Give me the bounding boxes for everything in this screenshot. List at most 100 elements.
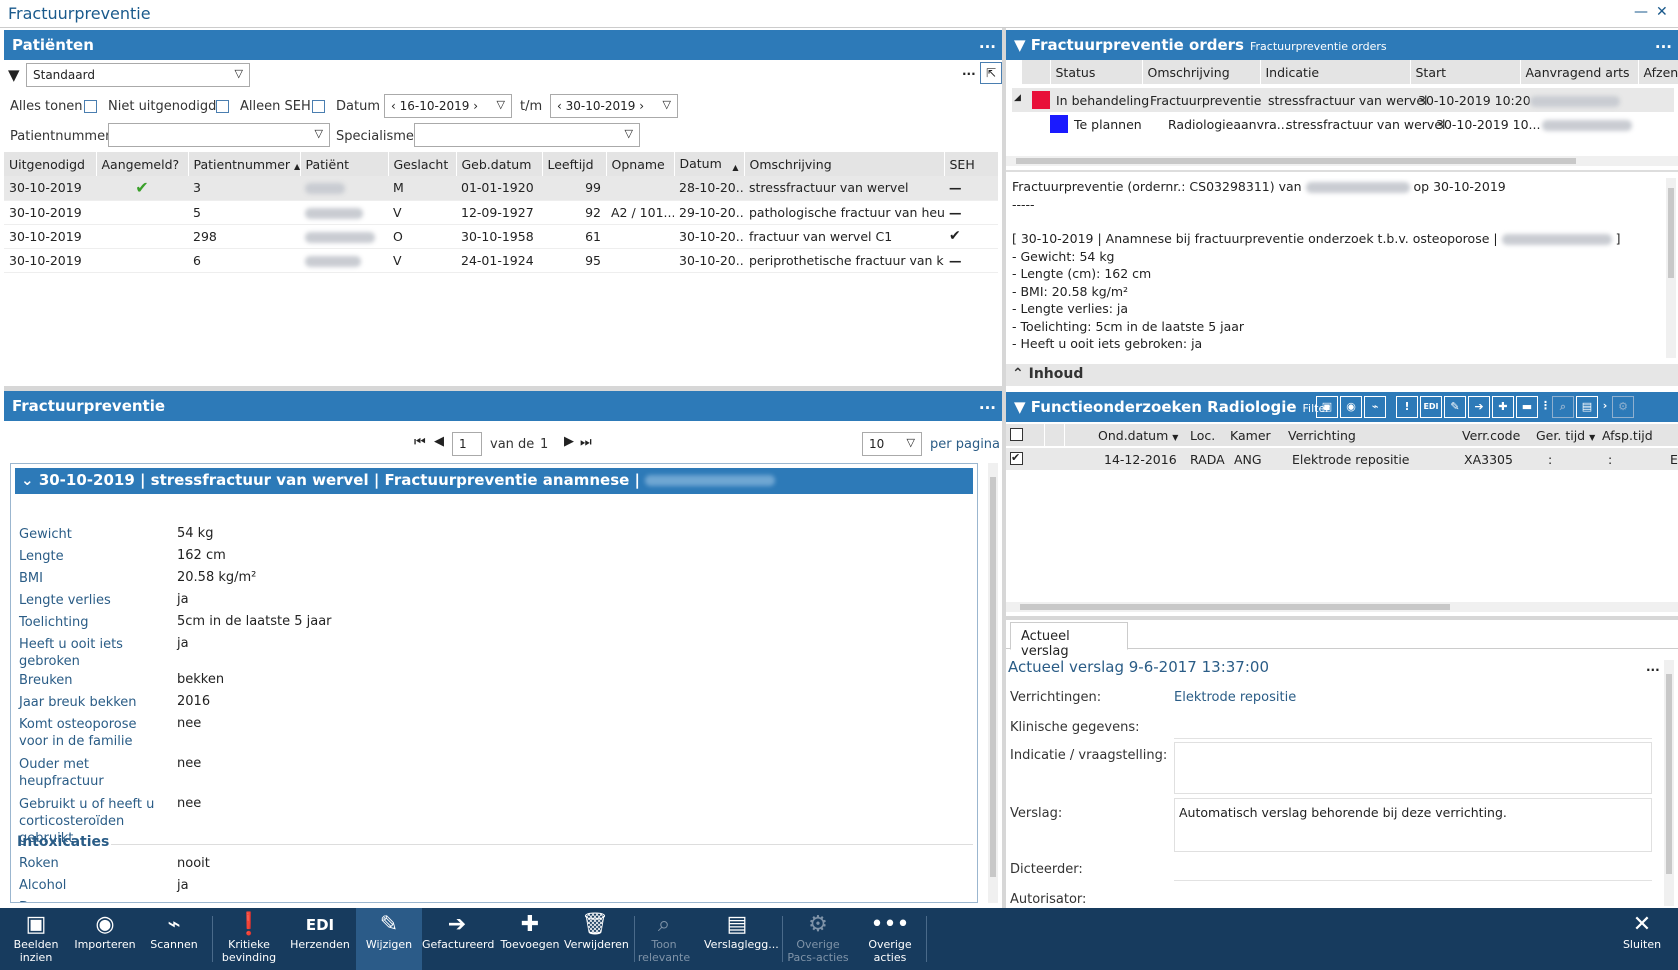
col-geslacht[interactable]: Geslacht bbox=[388, 152, 457, 176]
specialisme-select[interactable]: ▽ bbox=[414, 123, 640, 147]
fp-card-header[interactable]: ⌄ 30-10-2019 | stressfractuur van wervel… bbox=[15, 468, 973, 494]
verslag-menu-button[interactable]: ... bbox=[1646, 660, 1660, 674]
edi-icon[interactable]: EDI bbox=[1420, 396, 1442, 418]
table-row[interactable]: 30-10-2019 298 O 30-10-1958 61 30-10-20.… bbox=[4, 224, 998, 249]
scan-icon[interactable]: ⌁ bbox=[1364, 396, 1386, 418]
toolbar-toon-button[interactable]: ⌕ Toon relevante bbox=[634, 908, 694, 970]
col-afzender[interactable]: Afzen bbox=[1638, 60, 1678, 84]
patients-menu-button[interactable]: ... bbox=[979, 34, 996, 52]
col-omschrijving[interactable]: Omschrijving bbox=[1142, 60, 1261, 84]
arrow-right-icon[interactable]: ➔ bbox=[1468, 396, 1490, 418]
next-page-icon[interactable]: ▶ bbox=[564, 434, 574, 449]
orders-hscroll[interactable] bbox=[1006, 156, 1678, 166]
col-aanvragend-arts[interactable]: Aanvragend arts bbox=[1520, 60, 1639, 84]
image-icon[interactable]: ▣ bbox=[1316, 396, 1338, 418]
col-kamer[interactable]: Kamer bbox=[1230, 428, 1271, 443]
col-uitgenodigd[interactable]: Uitgenodigd bbox=[4, 152, 97, 176]
toolbar-toevoegen-button[interactable]: ✚ Toevoegen bbox=[500, 908, 560, 970]
fp-menu-button[interactable]: ... bbox=[979, 395, 996, 413]
col-aangemeld[interactable]: Aangemeld? bbox=[96, 152, 189, 176]
toolbar-importeren-button[interactable]: ◉ Importeren bbox=[70, 908, 140, 970]
more-options-button[interactable]: ... bbox=[962, 64, 976, 78]
col-ger-tijd[interactable]: Ger. tijd ▼ bbox=[1536, 428, 1595, 443]
col-omschrijving[interactable]: Omschrijving bbox=[744, 152, 945, 176]
toolbar-label: Gefactureerd bbox=[422, 938, 495, 951]
col-status[interactable]: Status bbox=[1050, 60, 1143, 84]
date-to-picker[interactable]: ‹ 30-10-2019 › ▽ bbox=[550, 94, 678, 118]
fp-scrollbar[interactable] bbox=[988, 463, 998, 903]
filter-select[interactable]: Standaard ▽ bbox=[26, 63, 250, 87]
verslag-scrollbar[interactable] bbox=[1664, 660, 1674, 906]
col-seh[interactable]: SEH bbox=[944, 152, 999, 176]
toolbar-label: Wijzigen bbox=[365, 938, 413, 951]
alleen-seh-checkbox[interactable] bbox=[312, 100, 325, 113]
func-hscroll[interactable] bbox=[1006, 602, 1678, 612]
toolbar-scannen-button[interactable]: ⌁ Scannen bbox=[144, 908, 204, 970]
search-icon[interactable]: ⌕ bbox=[1552, 396, 1574, 418]
col-patientnummer[interactable]: Patientnummer ▲ bbox=[188, 152, 301, 176]
table-row[interactable]: 30-10-2019 ✔ 3 M 01-01-1920 99 28-10-20.… bbox=[4, 176, 998, 201]
field-value: 20.58 kg/m² bbox=[177, 570, 257, 585]
col-gebdatum[interactable]: Geb.datum bbox=[456, 152, 543, 176]
per-page-select[interactable]: 10 ▽ bbox=[862, 432, 922, 456]
row-checkbox[interactable]: ✔ bbox=[1010, 452, 1023, 465]
close-window-button[interactable]: ✕ bbox=[1656, 4, 1668, 20]
minimize-button[interactable]: — bbox=[1634, 4, 1648, 20]
orders-menu-button[interactable]: ... bbox=[1655, 34, 1672, 52]
col-indicatie[interactable]: Indicatie bbox=[1260, 60, 1411, 84]
col-datum[interactable]: Datum ▲ bbox=[674, 152, 745, 176]
toolbar-verwijderen-button[interactable]: 🗑 Verwijderen bbox=[564, 908, 629, 970]
verslag-field[interactable]: Automatisch verslag behorende bij deze v… bbox=[1174, 798, 1652, 852]
inhoud-toggle[interactable]: ⌃ Inhoud bbox=[1006, 364, 1678, 386]
page-input[interactable]: 1 bbox=[452, 432, 482, 456]
table-row[interactable]: 30-10-2019 6 V 24-01-1924 95 30-10-20...… bbox=[4, 248, 998, 273]
detail-line: - Lengte (cm): 162 cm bbox=[1012, 266, 1152, 281]
toolbar-beelden-button[interactable]: ▣ Beelden inzien bbox=[6, 908, 66, 970]
col-patient[interactable]: Patiënt bbox=[300, 152, 389, 176]
popout-icon[interactable]: ⇱ bbox=[980, 62, 1002, 84]
toolbar-herzenden-button[interactable]: EDI Herzenden bbox=[288, 908, 352, 970]
prev-page-icon[interactable]: ◀ bbox=[434, 434, 444, 449]
toolbar-verslaglegg-button[interactable]: ▤ Verslaglegg... bbox=[704, 908, 779, 970]
toolbar-kritieke-button[interactable]: ❗ Kritieke bevinding bbox=[218, 908, 280, 970]
table-row[interactable]: ◢ In behandeling Fractuurpreventie stres… bbox=[1012, 88, 1674, 112]
edit-icon[interactable]: ✎ bbox=[1444, 396, 1466, 418]
table-row[interactable]: ✔ 14-12-2016 RADA ANG Elektrode repositi… bbox=[1006, 448, 1678, 470]
settings-icon[interactable]: ⚙ bbox=[1612, 396, 1634, 418]
niet-uitgenodigd-checkbox[interactable] bbox=[216, 100, 229, 113]
col-start[interactable]: Start bbox=[1410, 60, 1521, 84]
col-ond-datum[interactable]: Ond.datum ▼ bbox=[1098, 428, 1178, 443]
col-afsp-tijd[interactable]: Afsp.tijd bbox=[1602, 428, 1653, 443]
col-verrichting[interactable]: Verrichting bbox=[1288, 428, 1356, 443]
import-icon[interactable]: ◉ bbox=[1340, 396, 1362, 418]
document-icon[interactable]: ▤ bbox=[1576, 396, 1598, 418]
select-all-checkbox[interactable] bbox=[1010, 428, 1023, 441]
critical-icon[interactable]: ! bbox=[1396, 396, 1418, 418]
detail-scrollbar[interactable] bbox=[1666, 178, 1676, 358]
toolbar-overige-button[interactable]: ••• Overige acties bbox=[860, 908, 920, 970]
alles-tonen-checkbox[interactable] bbox=[84, 100, 97, 113]
col-verr-code[interactable]: Verr.code bbox=[1462, 428, 1520, 443]
expand-icon[interactable]: ◢ bbox=[1014, 93, 1021, 103]
table-row[interactable]: 30-10-2019 5 V 12-09-1927 92 A2 / 101...… bbox=[4, 200, 998, 225]
plus-icon[interactable]: ✚ bbox=[1492, 396, 1514, 418]
col-loc[interactable]: Loc. bbox=[1190, 428, 1215, 443]
col-leeftijd[interactable]: Leeftijd bbox=[542, 152, 607, 176]
patientnummer-input[interactable]: ▽ bbox=[108, 123, 330, 147]
last-page-icon[interactable]: ⏭ bbox=[580, 435, 592, 450]
func-title: Functieonderzoeken Radiologie bbox=[1030, 398, 1297, 416]
toolbar-gefactureerd-button[interactable]: ➔ Gefactureerd bbox=[422, 908, 495, 970]
indicatie-field[interactable] bbox=[1174, 742, 1652, 794]
first-page-icon[interactable]: ⏮ bbox=[414, 435, 426, 450]
table-row[interactable]: Te plannen Radiologieaanvra... stressfra… bbox=[1012, 112, 1674, 136]
kritieke-icon: ❗ bbox=[235, 912, 263, 937]
toolbar-sluiten-button[interactable]: ✕ Sluiten bbox=[1614, 908, 1670, 970]
toolbar-label: Verwijderen bbox=[564, 938, 629, 951]
date-from-picker[interactable]: ‹ 16-10-2019 › ▽ bbox=[384, 94, 512, 118]
alles-tonen-label: Alles tonen bbox=[10, 99, 83, 114]
col-opname[interactable]: Opname bbox=[606, 152, 675, 176]
toolbar-pacs-button[interactable]: ⚙ Overige Pacs-acties bbox=[782, 908, 854, 970]
toolbar-wijzigen-button[interactable]: ✎ Wijzigen bbox=[356, 908, 422, 970]
trash-icon[interactable]: ▬ bbox=[1516, 396, 1538, 418]
tab-actueel-verslag[interactable]: Actueel verslag bbox=[1010, 622, 1128, 659]
